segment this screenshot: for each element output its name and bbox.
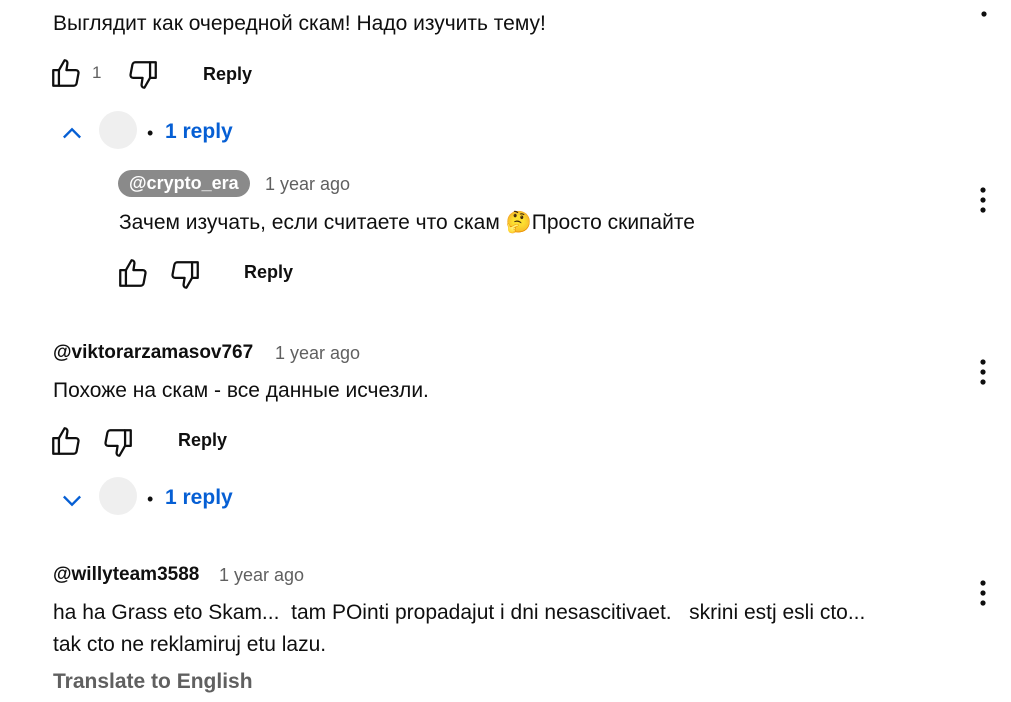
comment-2-reply-button[interactable]: Reply (178, 430, 227, 451)
comment-3-text-line-2: tak cto ne reklamiruj etu lazu. (53, 633, 327, 656)
replies-expand-button[interactable] (58, 486, 86, 514)
thumbs-up-icon (119, 259, 147, 287)
reply-button[interactable]: Reply (203, 64, 252, 85)
replies-toggle-link[interactable]: 1 reply (165, 486, 233, 510)
reply-timestamp[interactable]: 1 year ago (265, 174, 350, 195)
more-vert-icon (981, 11, 987, 17)
comment-2-author[interactable]: @viktorarzamasov767 (53, 342, 253, 364)
reply-like-button[interactable] (116, 256, 150, 290)
comment-2-dislike-button[interactable] (101, 426, 135, 460)
thumbs-down-icon (104, 429, 132, 457)
more-vert-icon (980, 187, 986, 213)
replies-collapse-button[interactable] (58, 120, 86, 148)
dislike-button[interactable] (126, 58, 160, 92)
reply-text: Зачем изучать, если считаете что скам 🤔П… (119, 209, 695, 237)
replies-toggle-link[interactable]: 1 reply (165, 120, 233, 144)
reply-more-actions-button[interactable] (973, 185, 993, 215)
comment-2-text: Похоже на скам - все данные исчезли. (53, 379, 429, 402)
separator-dot: • (147, 123, 154, 143)
comment-2-like-button[interactable] (49, 424, 83, 458)
reply-avatar (99, 477, 137, 515)
comment-3-author[interactable]: @willyteam3588 (53, 564, 199, 586)
thumbs-up-icon (52, 59, 80, 87)
comment-2-more-actions-button[interactable] (973, 357, 993, 387)
comment-3-more-actions-button[interactable] (973, 578, 993, 608)
like-count: 1 (92, 63, 102, 82)
separator-dot: • (147, 489, 154, 509)
like-button[interactable] (49, 56, 83, 90)
reply-text-part-1: Зачем изучать, если считаете что скам (119, 211, 500, 234)
reply-author-chip[interactable]: @crypto_era (118, 170, 250, 197)
thinking-face-emoji: 🤔 (505, 211, 532, 234)
reply-dislike-button[interactable] (168, 258, 202, 292)
comment-2-timestamp[interactable]: 1 year ago (275, 343, 360, 364)
comment-3-timestamp[interactable]: 1 year ago (219, 565, 304, 586)
reply-avatar (99, 111, 137, 149)
thumbs-down-icon (171, 261, 199, 289)
comment-1-text: Выглядит как очередной скам! Надо изучит… (53, 12, 546, 35)
thumbs-down-icon (129, 61, 157, 89)
thumbs-up-icon (52, 427, 80, 455)
chevron-down-icon (63, 495, 81, 507)
comment-3-text-line-1: ha ha Grass eto Skam... tam POinti propa… (53, 601, 866, 624)
chevron-up-icon (63, 127, 81, 139)
more-actions-button[interactable] (975, 0, 993, 24)
more-vert-icon (980, 580, 986, 606)
reply-text-part-2: Просто скипайте (531, 211, 695, 234)
translate-button[interactable]: Translate to English (53, 670, 253, 694)
more-vert-icon (980, 359, 986, 385)
reply-reply-button[interactable]: Reply (244, 262, 293, 283)
